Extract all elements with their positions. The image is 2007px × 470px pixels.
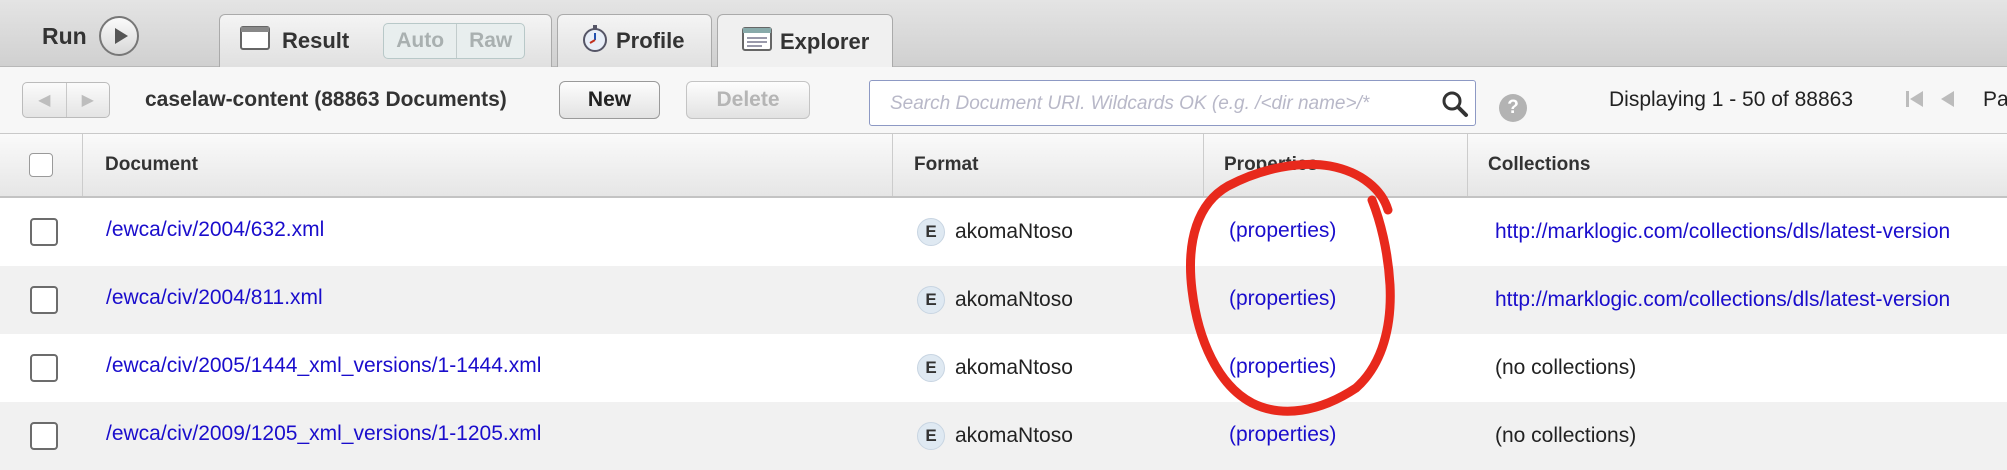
- document-link[interactable]: /ewca/civ/2005/1444_xml_versions/1-1444.…: [106, 332, 541, 400]
- tab-explorer[interactable]: Explorer: [717, 14, 893, 68]
- properties-link[interactable]: (properties): [1229, 401, 1336, 469]
- collection-value: (no collections): [1495, 356, 1637, 379]
- help-icon[interactable]: ?: [1499, 94, 1527, 122]
- column-header-format[interactable]: Format: [893, 134, 1204, 196]
- table-row: /ewca/civ/2005/1444_xml_versions/1-1444.…: [0, 334, 2007, 402]
- table-row: /ewca/civ/2009/1205_xml_versions/1-1205.…: [0, 402, 2007, 470]
- format-label: akomaNtoso: [955, 220, 1073, 243]
- format-label: akomaNtoso: [955, 424, 1073, 447]
- auto-option[interactable]: Auto: [384, 24, 456, 58]
- top-tab-bar: Run Result Auto Raw Profile Explorer: [0, 0, 2007, 68]
- format-cell: E akomaNtoso: [917, 198, 1073, 266]
- format-badge: E: [917, 422, 945, 450]
- tab-result-label: Result: [282, 28, 350, 53]
- format-badge: E: [917, 218, 945, 246]
- document-link[interactable]: /ewca/civ/2009/1205_xml_versions/1-1205.…: [106, 400, 541, 468]
- window-icon: [240, 26, 270, 56]
- format-badge: E: [917, 354, 945, 382]
- document-link[interactable]: /ewca/civ/2004/632.xml: [106, 196, 324, 264]
- back-arrow-icon[interactable]: ◀: [23, 83, 66, 117]
- explorer-toolbar: ◀ ▶ caselaw-content (88863 Documents) Ne…: [0, 67, 2007, 134]
- table-header: Document Format Properties Collections: [0, 134, 2007, 198]
- history-nav: ◀ ▶: [22, 82, 110, 118]
- displaying-range: Displaying 1 - 50 of 88863: [1609, 88, 1853, 111]
- search-icon[interactable]: [1441, 90, 1469, 123]
- format-cell: E akomaNtoso: [917, 266, 1073, 334]
- collection-link[interactable]: http://marklogic.com/collections/dls/lat…: [1495, 198, 1950, 266]
- result-mode-toggle: Auto Raw: [383, 23, 526, 59]
- database-label: caselaw-content (88863 Documents): [145, 88, 507, 111]
- properties-link[interactable]: (properties): [1229, 265, 1336, 333]
- search-input[interactable]: [888, 81, 1432, 127]
- delete-button[interactable]: Delete: [686, 81, 810, 119]
- select-all-cell: [0, 134, 83, 196]
- first-page-icon[interactable]: [1906, 91, 1923, 107]
- collection-link[interactable]: http://marklogic.com/collections/dls/lat…: [1495, 266, 1950, 334]
- run-button[interactable]: Run: [42, 14, 139, 58]
- row-checkbox[interactable]: [30, 218, 58, 246]
- format-label: akomaNtoso: [955, 288, 1073, 311]
- row-checkbox[interactable]: [30, 354, 58, 382]
- tab-profile[interactable]: Profile: [557, 14, 712, 67]
- properties-link[interactable]: (properties): [1229, 333, 1336, 401]
- document-search: [869, 80, 1476, 127]
- column-header-document[interactable]: Document: [83, 134, 893, 196]
- run-label: Run: [42, 22, 87, 49]
- column-header-collections[interactable]: Collections: [1468, 134, 2007, 196]
- list-window-icon: [742, 26, 772, 57]
- format-badge: E: [917, 286, 945, 314]
- page-label: Pa: [1983, 88, 2007, 111]
- column-header-properties[interactable]: Properties: [1204, 134, 1468, 196]
- row-checkbox[interactable]: [30, 422, 58, 450]
- tab-result[interactable]: Result Auto Raw: [219, 14, 552, 67]
- select-all-checkbox[interactable]: [29, 153, 53, 177]
- document-link[interactable]: /ewca/civ/2004/811.xml: [106, 264, 323, 332]
- format-cell: E akomaNtoso: [917, 402, 1073, 470]
- table-row: /ewca/civ/2004/811.xml E akomaNtoso (pro…: [0, 266, 2007, 334]
- format-label: akomaNtoso: [955, 356, 1073, 379]
- raw-option[interactable]: Raw: [456, 24, 524, 58]
- tab-profile-label: Profile: [616, 28, 685, 53]
- forward-arrow-icon[interactable]: ▶: [65, 83, 110, 117]
- tab-explorer-label: Explorer: [780, 28, 870, 54]
- new-button[interactable]: New: [559, 81, 660, 119]
- pager-controls: [1906, 91, 1954, 107]
- play-icon: [98, 16, 139, 56]
- stopwatch-icon: [582, 24, 608, 58]
- format-cell: E akomaNtoso: [917, 334, 1073, 402]
- previous-page-icon[interactable]: [1941, 91, 1954, 107]
- properties-link[interactable]: (properties): [1229, 197, 1336, 265]
- collection-value: (no collections): [1495, 424, 1637, 447]
- table-row: /ewca/civ/2004/632.xml E akomaNtoso (pro…: [0, 198, 2007, 266]
- row-checkbox[interactable]: [30, 286, 58, 314]
